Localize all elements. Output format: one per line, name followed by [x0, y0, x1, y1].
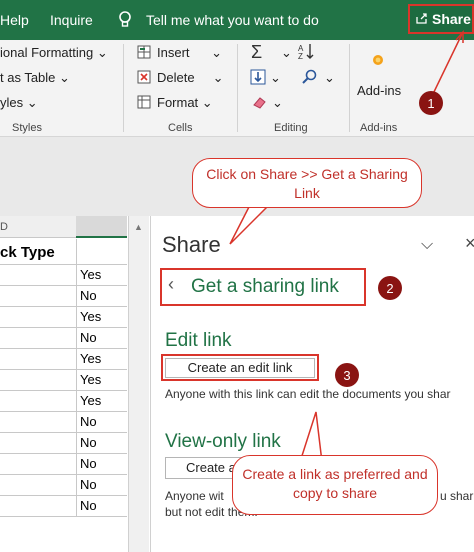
step-badge-2: 2 — [378, 276, 402, 300]
step-badge-1: 1 — [419, 91, 443, 115]
step-badge-3: 3 — [335, 363, 359, 387]
callout-share-instruction: Click on Share >> Get a Sharing Link — [192, 158, 422, 208]
callout-create-link: Create a link as preferred and copy to s… — [232, 455, 438, 515]
